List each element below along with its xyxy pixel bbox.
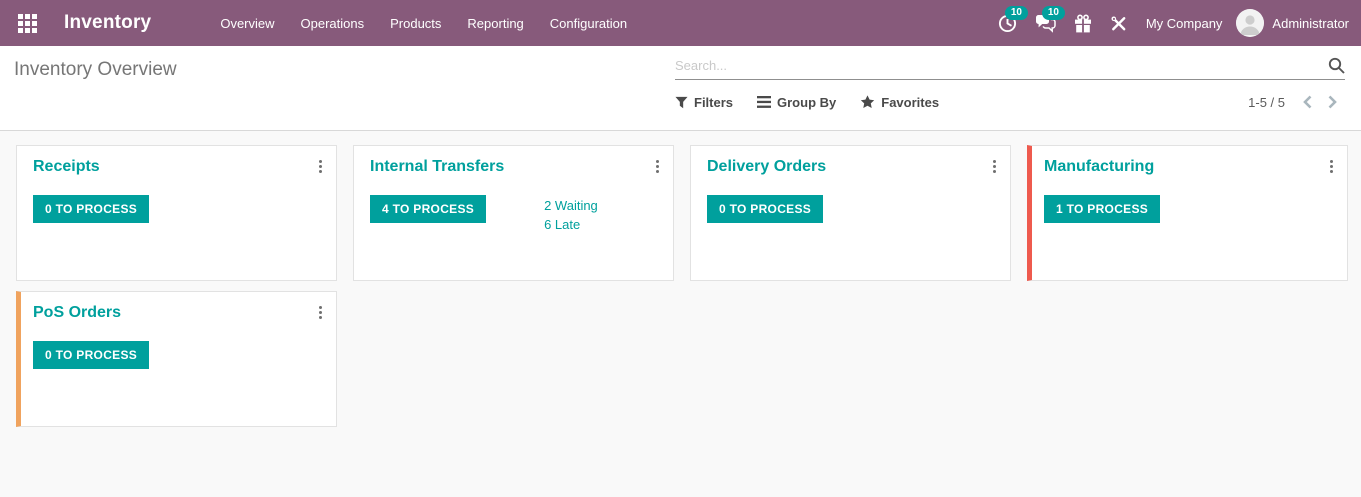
group-by-button[interactable]: Group By xyxy=(757,95,836,110)
card-options-kebab-icon[interactable] xyxy=(317,158,324,175)
control-panel: Inventory Overview Filters xyxy=(0,46,1361,131)
user-menu[interactable]: Administrator xyxy=(1236,9,1349,37)
menu-item-overview[interactable]: Overview xyxy=(207,0,287,46)
chevron-left-icon xyxy=(1303,95,1312,109)
filters-button[interactable]: Filters xyxy=(675,95,733,110)
card-status-links: 2 Waiting 6 Late xyxy=(544,195,598,234)
kanban-card-pos-orders: PoS Orders 0 TO PROCESS xyxy=(16,291,337,427)
to-process-button[interactable]: 0 TO PROCESS xyxy=(33,195,149,223)
card-title[interactable]: Receipts xyxy=(33,158,320,176)
kanban-card-receipts: Receipts 0 TO PROCESS xyxy=(16,145,337,281)
tools-icon xyxy=(1110,15,1127,32)
card-title[interactable]: Manufacturing xyxy=(1044,158,1331,176)
apps-menu-button[interactable] xyxy=(10,6,44,40)
kanban-card-manufacturing: Manufacturing 1 TO PROCESS xyxy=(1027,145,1348,281)
menu-item-products[interactable]: Products xyxy=(377,0,454,46)
favorites-label: Favorites xyxy=(881,95,939,110)
developer-tools-button[interactable] xyxy=(1101,9,1136,38)
menu-item-reporting[interactable]: Reporting xyxy=(454,0,536,46)
pager-previous-button[interactable] xyxy=(1295,93,1320,111)
filter-funnel-icon xyxy=(675,96,688,109)
company-switcher[interactable]: My Company xyxy=(1146,16,1223,31)
waiting-link[interactable]: 2 Waiting xyxy=(544,196,598,215)
star-icon xyxy=(860,95,875,109)
user-name: Administrator xyxy=(1272,16,1349,31)
to-process-button[interactable]: 1 TO PROCESS xyxy=(1044,195,1160,223)
rewards-button[interactable] xyxy=(1065,8,1101,39)
late-link[interactable]: 6 Late xyxy=(544,215,598,234)
message-count-badge: 10 xyxy=(1042,6,1065,20)
card-options-kebab-icon[interactable] xyxy=(317,304,324,321)
card-title[interactable]: PoS Orders xyxy=(33,304,320,322)
filters-label: Filters xyxy=(694,95,733,110)
search-bar xyxy=(675,57,1345,80)
kanban-card-internal-transfers: Internal Transfers 4 TO PROCESS 2 Waitin… xyxy=(353,145,674,281)
card-title[interactable]: Delivery Orders xyxy=(707,158,994,176)
kanban-card-delivery-orders: Delivery Orders 0 TO PROCESS xyxy=(690,145,1011,281)
activity-count-badge: 10 xyxy=(1005,6,1028,20)
menu-item-operations[interactable]: Operations xyxy=(288,0,378,46)
card-options-kebab-icon[interactable] xyxy=(654,158,661,175)
app-title: Inventory xyxy=(64,12,151,34)
to-process-button[interactable]: 0 TO PROCESS xyxy=(707,195,823,223)
activities-button[interactable]: 10 xyxy=(989,8,1026,39)
messages-button[interactable]: 10 xyxy=(1026,8,1065,39)
group-by-label: Group By xyxy=(777,95,836,110)
apps-grid-icon xyxy=(18,14,37,33)
card-options-kebab-icon[interactable] xyxy=(991,158,998,175)
breadcrumb: Inventory Overview xyxy=(14,46,177,130)
user-avatar xyxy=(1236,9,1264,37)
card-options-kebab-icon[interactable] xyxy=(1328,158,1335,175)
pager-next-button[interactable] xyxy=(1320,93,1345,111)
gift-icon xyxy=(1074,14,1092,33)
card-title[interactable]: Internal Transfers xyxy=(370,158,657,176)
search-icon[interactable] xyxy=(1328,57,1345,74)
to-process-button[interactable]: 0 TO PROCESS xyxy=(33,341,149,369)
menu-item-configuration[interactable]: Configuration xyxy=(537,0,640,46)
group-by-icon xyxy=(757,96,771,108)
search-input[interactable] xyxy=(675,58,1328,73)
pager: 1-5 / 5 xyxy=(1248,93,1345,111)
favorites-button[interactable]: Favorites xyxy=(860,95,939,110)
to-process-button[interactable]: 4 TO PROCESS xyxy=(370,195,486,223)
main-menu: Overview Operations Products Reporting C… xyxy=(207,0,640,46)
pager-range: 1-5 / 5 xyxy=(1248,95,1285,110)
systray: 10 10 xyxy=(989,8,1349,39)
chevron-right-icon xyxy=(1328,95,1337,109)
kanban-view: Receipts 0 TO PROCESS Internal Transfers… xyxy=(0,131,1361,441)
top-navbar: Inventory Overview Operations Products R… xyxy=(0,0,1361,46)
